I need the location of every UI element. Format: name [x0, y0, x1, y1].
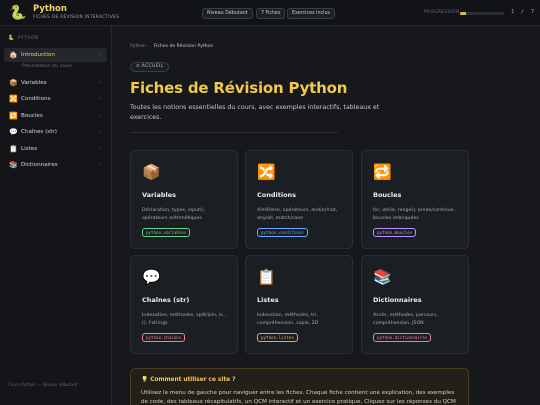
sidebar-section-header: 🐍 PYTHON [8, 35, 39, 41]
card-dictionnaires[interactable]: 📚 Dictionnaires Accès, méthodes, parcour… [361, 255, 469, 354]
card-description: Accès, méthodes, parcours, compréhension… [373, 313, 438, 326]
progress-bar-fill [460, 12, 467, 15]
sheets-count-badge: 7 Fiches [256, 8, 286, 19]
shuffle-icon: 🔀 [9, 95, 18, 103]
shuffle-icon: 🔀 [257, 163, 276, 181]
card-title: Chaînes (str) [142, 296, 190, 304]
tip-title: 💡 Comment utiliser ce site ? [141, 377, 236, 383]
card-title: Listes [257, 296, 279, 304]
breadcrumb-current: Fiches de Révision Python [153, 44, 214, 49]
card-title: Boucles [373, 191, 402, 199]
sidebar-item-label: Boucles [21, 112, 43, 119]
sidebar-item-variables[interactable]: 📦 Variables › [4, 76, 107, 90]
card-description: if/elif/else, opérateurs, and/or/not, an… [257, 208, 338, 221]
chevron-right-icon: › [98, 96, 101, 102]
app-title: Python [33, 4, 67, 14]
sidebar-section-label: PYTHON [17, 36, 40, 41]
python-icon: 🐍 [8, 35, 15, 41]
card-title: Conditions [257, 191, 297, 199]
chevron-right-icon: › [98, 79, 101, 86]
page-description: Toutes les notions essentielles du cours… [130, 104, 380, 121]
chevron-right-icon: › [98, 52, 101, 58]
progress-bar [460, 12, 504, 15]
package-icon: 📦 [142, 163, 161, 181]
sidebar: 🐍 PYTHON 🏠 Introduction › Présentation du… [0, 26, 112, 405]
card-tag: python.variables [142, 228, 191, 237]
sidebar-item-label: Listes [21, 145, 38, 152]
clipboard-icon: 📋 [257, 268, 276, 286]
progress-label: PROGRESSION [424, 10, 460, 15]
breadcrumb-separator: › [148, 44, 151, 49]
chevron-right-icon: › [98, 145, 101, 152]
sidebar-subitem-presentation[interactable]: Présentation du cours [4, 63, 107, 73]
usage-tip-box: 💡 Comment utiliser ce site ? Utilisez le… [130, 368, 469, 405]
card-tag: python.conditions [257, 228, 308, 237]
progress-count: 1 / 7 [511, 9, 535, 15]
card-title: Variables [142, 191, 177, 199]
breadcrumb-root[interactable]: Python [130, 44, 146, 49]
top-header: 🐍 Python FICHES DE RÉVISION INTERACTIVES… [0, 0, 540, 26]
sidebar-item-chaines[interactable]: 💬 Chaînes (str) › [4, 125, 107, 139]
books-icon: 📚 [9, 161, 18, 169]
chevron-right-icon: › [98, 162, 101, 168]
sidebar-item-listes[interactable]: 📋 Listes › [4, 142, 107, 156]
home-icon: 🏠 [9, 51, 18, 59]
sidebar-item-label: Variables [21, 79, 47, 86]
card-tag: python.dictionnaires [373, 333, 432, 342]
books-icon: 📚 [373, 268, 392, 286]
main-content: Python › Fiches de Révision Python ⊙ ACCUE… [113, 26, 540, 405]
repeat-icon: 🔁 [9, 111, 18, 120]
card-variables[interactable]: 📦 Variables Déclaration, types, input(),… [130, 150, 238, 249]
card-description: for, while, range(), break/continue, bou… [373, 208, 455, 221]
card-description: Indexation, méthodes, split/join, is...(… [142, 313, 228, 326]
sidebar-item-dictionnaires[interactable]: 📚 Dictionnaires › [4, 158, 107, 172]
card-description: Déclaration, types, input(), opérateurs … [142, 208, 206, 221]
chevron-right-icon: › [98, 112, 101, 119]
sidebar-footer: Cours Python — Niveau débutant [8, 382, 78, 387]
sidebar-item-label: Introduction [21, 52, 55, 58]
package-icon: 📦 [9, 78, 18, 87]
sidebar-item-label: Dictionnaires [21, 162, 58, 168]
card-chaines[interactable]: 💬 Chaînes (str) Indexation, méthodes, sp… [130, 255, 238, 354]
card-tag: python.chaines [142, 333, 186, 342]
card-tag: python.listes [257, 333, 298, 342]
speech-bubble-icon: 💬 [142, 268, 161, 286]
speech-bubble-icon: 💬 [9, 128, 18, 136]
chevron-right-icon: › [98, 129, 101, 135]
card-title: Dictionnaires [373, 296, 422, 304]
sidebar-item-introduction[interactable]: 🏠 Introduction › [4, 48, 107, 62]
tip-body: Utilisez le menu de gauche pour naviguer… [141, 390, 456, 405]
clipboard-icon: 📋 [9, 144, 18, 153]
sidebar-nav: 🏠 Introduction › Présentation du cours 📦… [4, 48, 107, 175]
sidebar-item-label: Conditions [21, 96, 51, 102]
breadcrumb: Python › Fiches de Révision Python [130, 44, 213, 49]
page-title: Fiches de Révision Python [130, 79, 348, 97]
sidebar-item-boucles[interactable]: 🔁 Boucles › [4, 109, 107, 123]
sidebar-item-label: Chaînes (str) [21, 129, 57, 135]
card-boucles[interactable]: 🔁 Boucles for, while, range(), break/con… [361, 150, 469, 249]
card-tag: python.boucles [373, 228, 417, 237]
level-badge: Niveau Débutant [202, 8, 253, 19]
python-logo-icon: 🐍 [9, 5, 27, 21]
section-pill: ⊙ ACCUEIL [130, 62, 170, 72]
repeat-icon: 🔁 [373, 163, 392, 181]
divider [130, 132, 338, 133]
card-listes[interactable]: 📋 Listes Indexation, méthodes, tri, comp… [245, 255, 353, 354]
exercises-badge: Exercices inclus [287, 8, 336, 19]
app-subtitle: FICHES DE RÉVISION INTERACTIVES [33, 15, 120, 20]
card-conditions[interactable]: 🔀 Conditions if/elif/else, opérateurs, a… [245, 150, 353, 249]
sidebar-subitem-label: Présentation du cours [22, 63, 73, 69]
sidebar-item-conditions[interactable]: 🔀 Conditions › [4, 92, 107, 106]
card-description: Indexation, méthodes, tri, compréhension… [257, 313, 319, 326]
